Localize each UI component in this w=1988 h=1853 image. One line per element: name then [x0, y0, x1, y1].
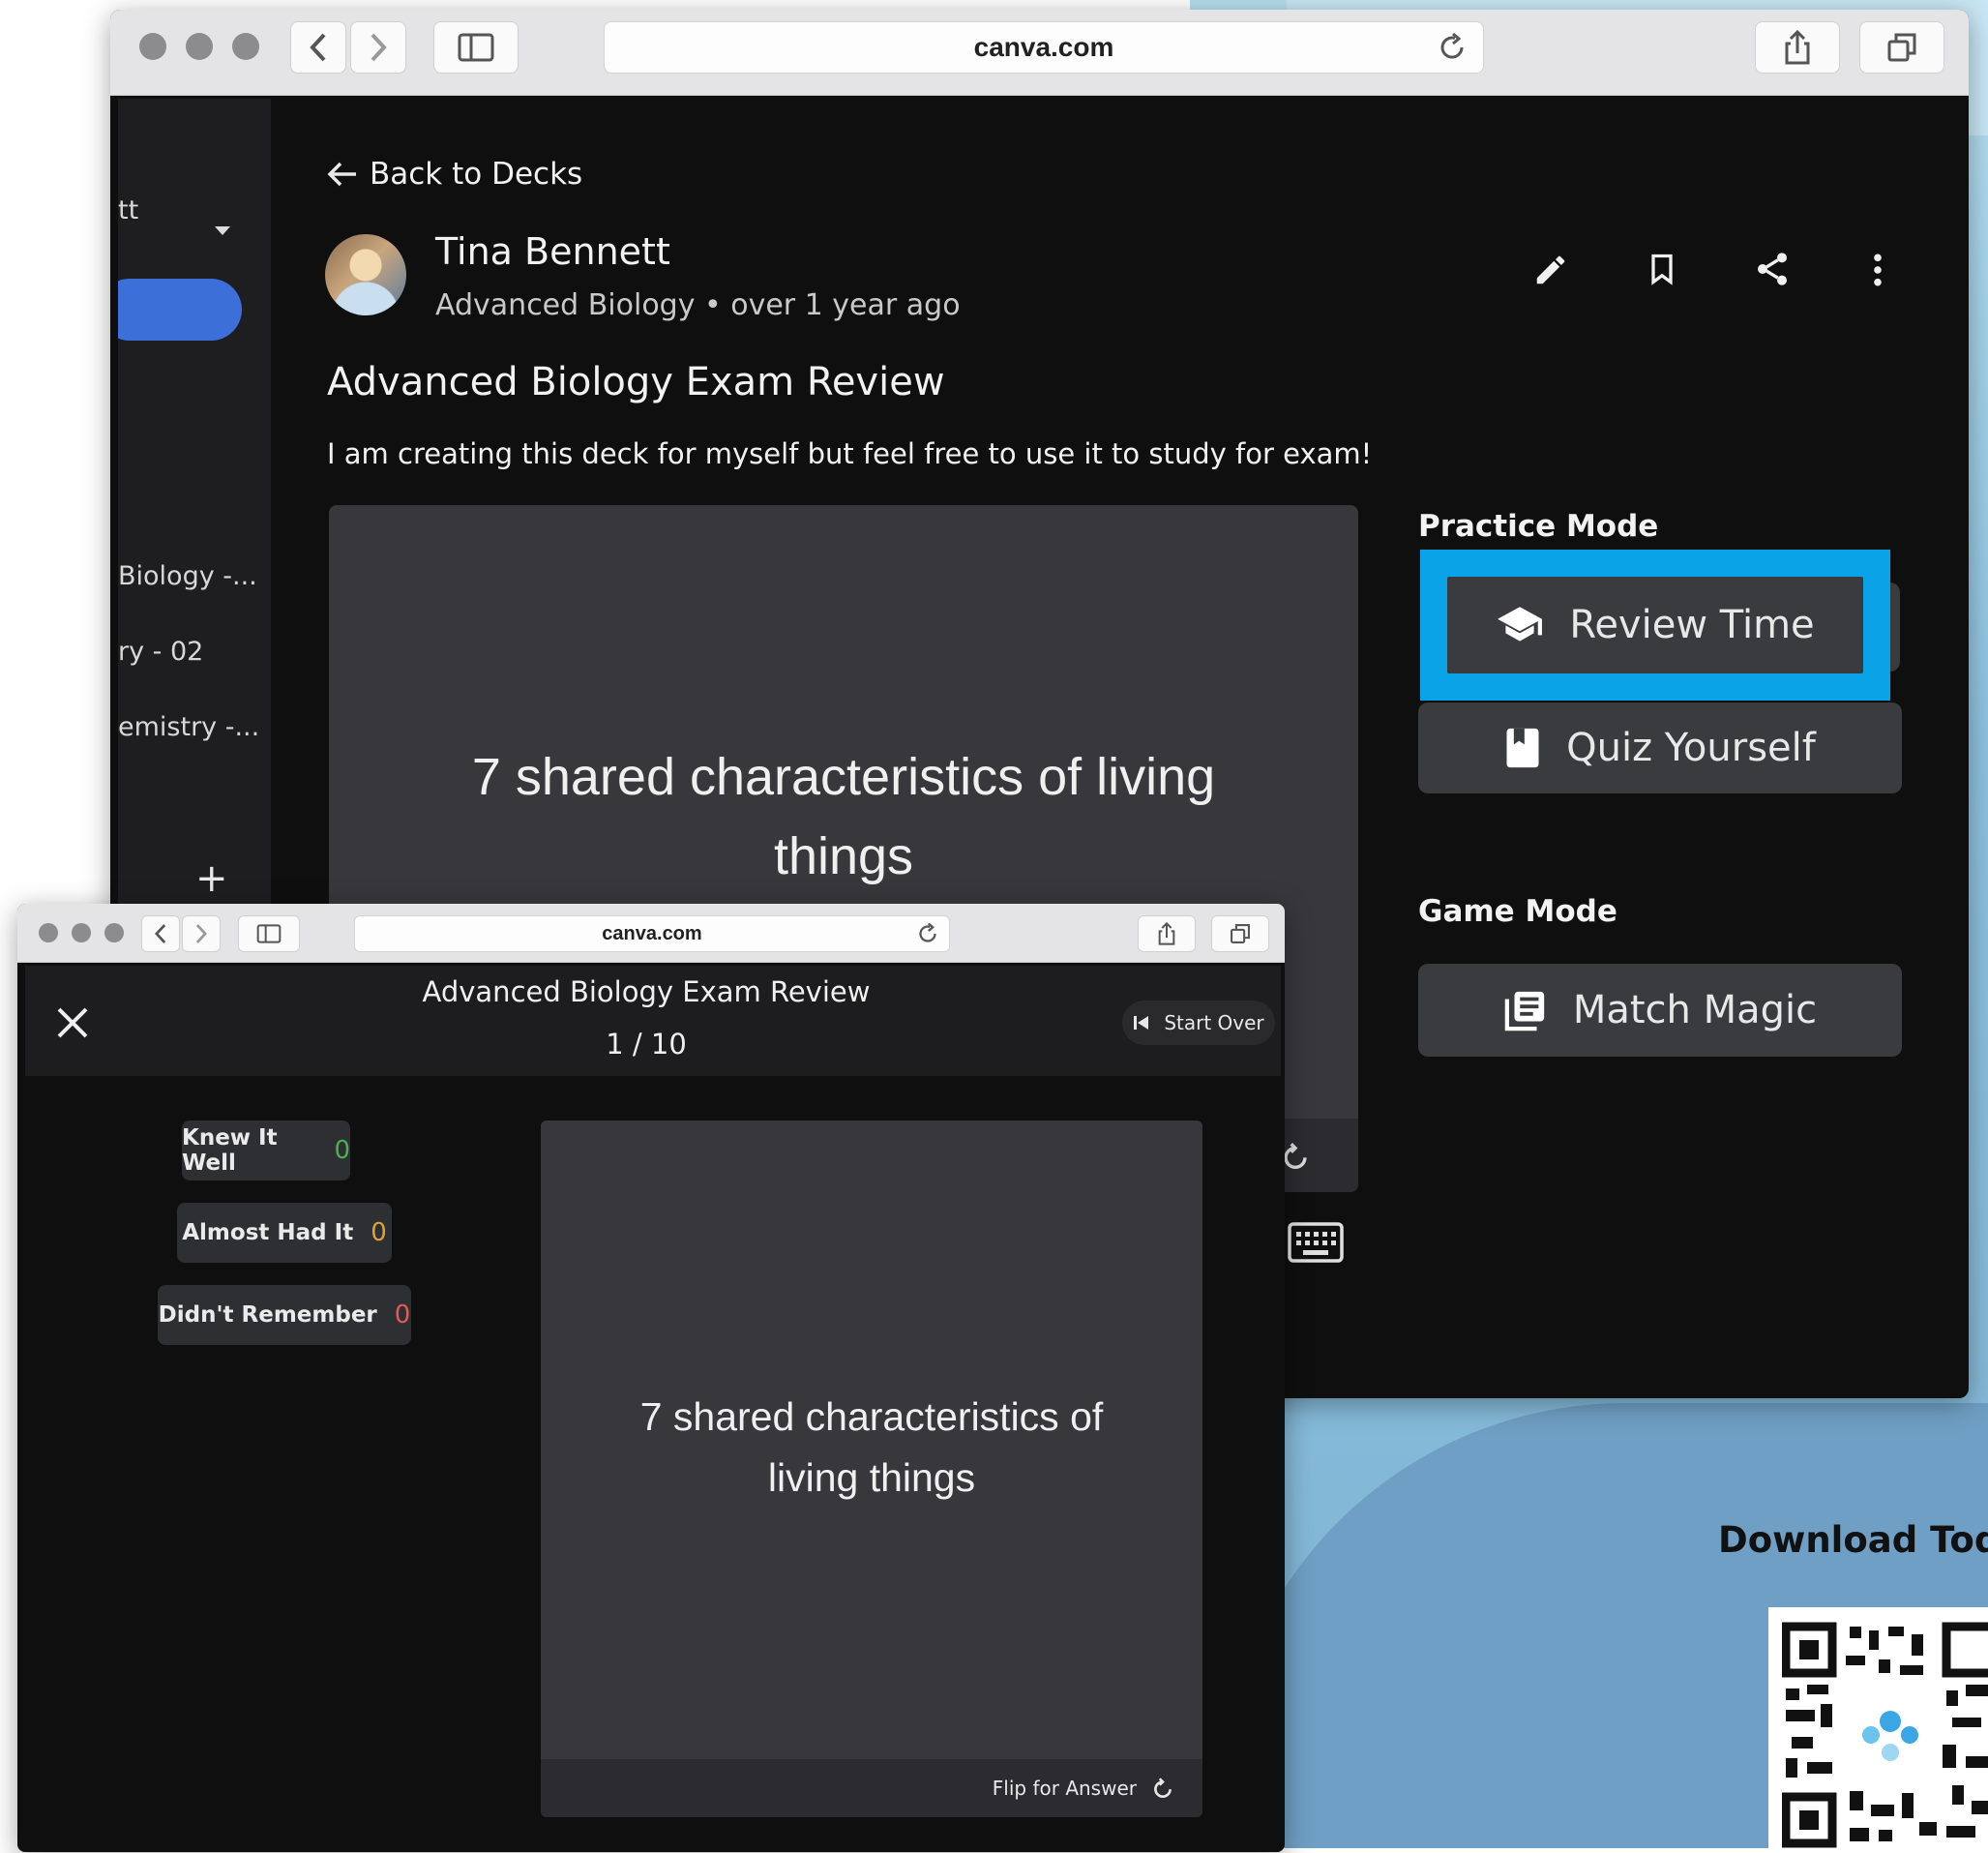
counter-label: Knew It Well — [182, 1125, 278, 1176]
reload-icon[interactable] — [1437, 32, 1468, 63]
deck-description: I am creating this deck for myself but f… — [327, 437, 1373, 470]
maximize-window-button[interactable] — [232, 33, 259, 60]
back-link-label: Back to Decks — [370, 157, 583, 192]
flip-icon — [1154, 1778, 1172, 1798]
caret-down-icon[interactable] — [213, 224, 232, 238]
review-progress: 1 / 10 — [606, 1028, 687, 1061]
chevron-right-icon — [371, 33, 387, 62]
start-over-button[interactable]: Start Over — [1122, 1001, 1275, 1045]
review-browser-window: canva.com Advanced Biology Exam Review 1… — [17, 904, 1285, 1852]
more-vertical-icon[interactable] — [1871, 252, 1884, 288]
close-window-button[interactable] — [139, 33, 166, 60]
download-heading: Download Tod — [1718, 1519, 1988, 1561]
counter-value: 0 — [371, 1218, 387, 1247]
counter-value: 0 — [334, 1136, 350, 1165]
sidebar-toggle-button[interactable] — [433, 21, 519, 74]
tabs-icon — [1887, 33, 1916, 62]
arrow-left-icon — [327, 162, 356, 187]
add-deck-button[interactable]: + — [195, 856, 228, 901]
share-button[interactable] — [1755, 21, 1840, 74]
forward-button[interactable] — [350, 21, 406, 74]
tabs-button[interactable] — [1859, 21, 1944, 74]
bookmark-icon[interactable] — [1645, 250, 1679, 288]
reload-icon[interactable] — [916, 922, 939, 945]
minimize-window-button[interactable] — [72, 923, 91, 942]
didnt-remember-counter[interactable]: Didn't Remember 0 — [158, 1285, 411, 1345]
sidebar-item[interactable]: ry - 02 — [118, 637, 203, 667]
flip-footer[interactable]: Flip for Answer — [541, 1759, 1202, 1817]
author-meta: Advanced Biology • over 1 year ago — [435, 288, 961, 322]
back-button[interactable] — [141, 915, 180, 952]
review-title: Advanced Biology Exam Review — [422, 975, 871, 1008]
start-over-label: Start Over — [1164, 1011, 1264, 1034]
review-header: Advanced Biology Exam Review 1 / 10 Star… — [25, 966, 1281, 1076]
back-to-decks-link[interactable]: Back to Decks — [327, 157, 582, 192]
review-flashcard[interactable]: 7 shared characteristics of living thing… — [541, 1121, 1202, 1817]
sidebar-item[interactable]: Biology -... — [118, 561, 257, 591]
practice-mode-heading: Practice Mode — [1418, 509, 1659, 544]
maximize-window-button[interactable] — [104, 923, 124, 942]
address-bar[interactable]: canva.com — [604, 21, 1484, 74]
flashcard-text: 7 shared characteristics of living thing… — [471, 748, 1216, 885]
review-card-text: 7 shared characteristics of living thing… — [639, 1394, 1104, 1500]
review-time-label: Review Time — [1569, 603, 1815, 647]
match-magic-label: Match Magic — [1572, 988, 1818, 1032]
share-icon — [1785, 30, 1810, 65]
author-avatar[interactable] — [325, 234, 406, 315]
library-icon — [1504, 991, 1545, 1031]
keyboard-icon[interactable] — [1287, 1221, 1345, 1264]
counter-label: Didn't Remember — [158, 1302, 377, 1328]
book-icon — [1506, 728, 1539, 768]
qr-code[interactable] — [1768, 1607, 1988, 1849]
share-button[interactable] — [1138, 915, 1196, 952]
sidebar-icon — [256, 924, 282, 943]
review-page: Advanced Biology Exam Review 1 / 10 Star… — [25, 966, 1281, 1852]
tabs-button[interactable] — [1211, 915, 1269, 952]
quiz-yourself-label: Quiz Yourself — [1566, 726, 1816, 770]
sidebar-icon — [458, 33, 494, 62]
primary-action-button[interactable] — [118, 279, 242, 341]
game-mode-heading: Game Mode — [1418, 894, 1617, 929]
author-name[interactable]: Tina Bennett — [435, 230, 670, 273]
minimize-window-button[interactable] — [186, 33, 213, 60]
edit-icon[interactable] — [1532, 252, 1569, 288]
sidebar-toggle-button[interactable] — [238, 915, 300, 952]
chevron-left-icon — [310, 33, 326, 62]
almost-had-it-counter[interactable]: Almost Had It 0 — [177, 1203, 392, 1263]
share-icon[interactable] — [1753, 250, 1792, 288]
review-time-button[interactable]: Review Time — [1447, 577, 1863, 673]
skip-back-icon — [1134, 1016, 1149, 1030]
counter-value: 0 — [394, 1300, 411, 1330]
tabs-icon — [1231, 924, 1250, 943]
browser-toolbar: canva.com — [110, 10, 1969, 96]
chevron-left-icon — [155, 924, 166, 943]
url-text: canva.com — [973, 32, 1114, 62]
address-bar[interactable]: canva.com — [354, 915, 950, 952]
close-window-button[interactable] — [39, 923, 58, 942]
url-text: canva.com — [602, 922, 702, 944]
back-button[interactable] — [290, 21, 346, 74]
quiz-yourself-button[interactable]: Quiz Yourself — [1418, 702, 1902, 793]
deck-title: Advanced Biology Exam Review — [327, 360, 945, 404]
chevron-right-icon — [195, 924, 207, 943]
match-magic-button[interactable]: Match Magic — [1418, 964, 1902, 1057]
sidebar-item[interactable]: emistry -... — [118, 712, 259, 742]
knew-it-well-counter[interactable]: Knew It Well 0 — [182, 1121, 350, 1181]
user-name-fragment: tt — [118, 195, 139, 225]
forward-button[interactable] — [182, 915, 221, 952]
browser-toolbar: canva.com — [17, 904, 1285, 963]
review-time-button-edge — [1890, 583, 1900, 672]
counter-label: Almost Had It — [182, 1220, 354, 1245]
graduation-cap-icon — [1498, 607, 1543, 642]
flip-label: Flip for Answer — [992, 1777, 1137, 1800]
share-icon — [1158, 922, 1175, 945]
